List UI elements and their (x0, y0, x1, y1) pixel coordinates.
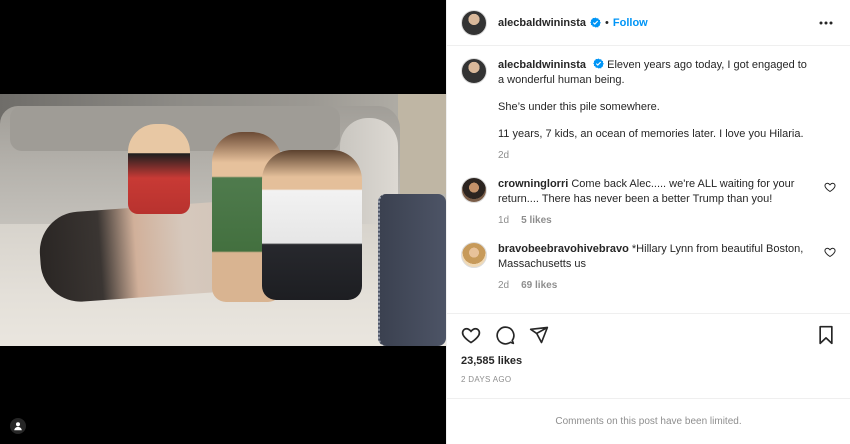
comments-list[interactable]: alecbaldwininsta Eleven years ago today,… (447, 46, 850, 313)
post-side-panel: alecbaldwininsta • Follow alecbaldwinins… (446, 0, 850, 444)
comment-age: 2d (498, 280, 510, 291)
heart-icon[interactable] (461, 325, 481, 345)
photo-child-white-shirt (262, 150, 362, 300)
photo-child-red-shirt (128, 124, 190, 214)
post-date: 2 DAYS AGO (461, 375, 512, 384)
comments-limited-notice: Comments on this post have been limited. (447, 398, 850, 444)
post-photo[interactable] (0, 94, 446, 346)
post-actions: 23,585 likes 2 DAYS AGO (447, 313, 850, 384)
verified-badge-icon (590, 17, 601, 28)
post-header: alecbaldwininsta • Follow (447, 0, 850, 46)
caption-body: alecbaldwininsta Eleven years ago today,… (498, 58, 836, 163)
caption-meta: 2d (498, 148, 816, 163)
author-avatar[interactable] (461, 9, 487, 36)
comment-username[interactable]: bravobeebravohivebravo (498, 243, 629, 255)
heart-icon[interactable] (824, 246, 836, 258)
commenter-avatar[interactable] (461, 242, 487, 268)
heart-icon[interactable] (824, 181, 836, 193)
header-separator: • (605, 16, 609, 29)
commenter-avatar[interactable] (461, 177, 487, 203)
user-tag-icon[interactable] (10, 418, 26, 434)
likes-count[interactable]: 23,585 likes (461, 355, 836, 367)
verified-badge-icon (593, 58, 604, 69)
post-modal: alecbaldwininsta • Follow alecbaldwinins… (0, 0, 850, 444)
bookmark-icon[interactable] (816, 325, 836, 345)
comment-meta: 2d 69 likes (498, 278, 816, 293)
comment-body: bravobeebravohivebravo *Hillary Lynn fro… (498, 242, 836, 293)
photo-ottoman (378, 194, 446, 346)
share-icon[interactable] (529, 325, 549, 345)
author-avatar[interactable] (461, 58, 487, 84)
caption-row: alecbaldwininsta Eleven years ago today,… (461, 58, 836, 163)
comment-meta: 1d 5 likes (498, 213, 816, 228)
comment-row: crowninglorri Come back Alec..... we're … (461, 177, 836, 228)
caption-username[interactable]: alecbaldwininsta (498, 59, 586, 71)
caption-age: 2d (498, 150, 510, 161)
caption-text-line3: 11 years, 7 kids, an ocean of memories l… (498, 128, 804, 140)
post-media[interactable] (0, 0, 446, 444)
photo-side-table (398, 94, 446, 194)
comment-age: 1d (498, 215, 510, 226)
comment-body: crowninglorri Come back Alec..... we're … (498, 177, 836, 228)
caption-text-line2: She’s under this pile somewhere. (498, 101, 660, 113)
comment-likes[interactable]: 5 likes (521, 213, 552, 228)
action-icons (461, 324, 836, 346)
comment-row: bravobeebravohivebravo *Hillary Lynn fro… (461, 242, 836, 293)
comment-likes[interactable]: 69 likes (521, 278, 557, 293)
follow-button[interactable]: Follow (613, 17, 648, 29)
author-username[interactable]: alecbaldwininsta (498, 17, 586, 29)
more-options-icon[interactable] (816, 21, 836, 25)
comment-username[interactable]: crowninglorri (498, 178, 568, 190)
comment-icon[interactable] (495, 325, 515, 345)
